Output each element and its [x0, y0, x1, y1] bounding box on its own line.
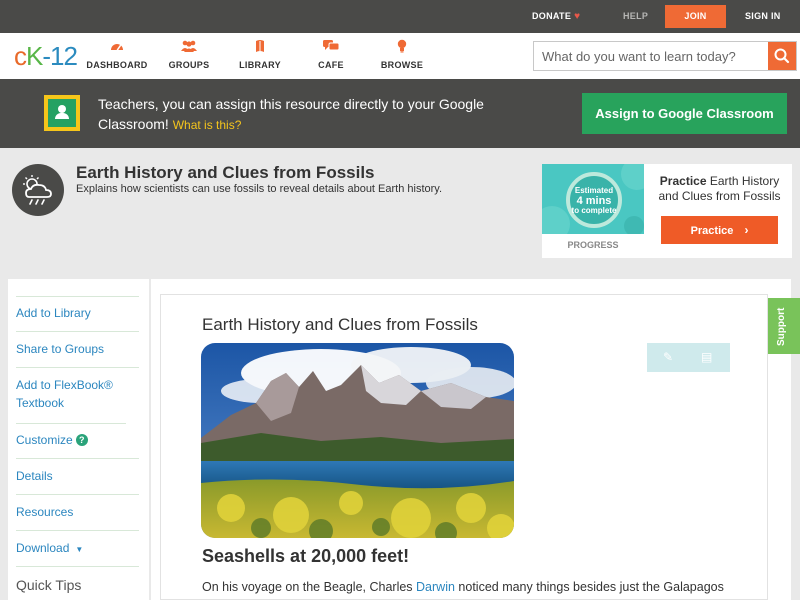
sidebar-item-label: Share to Groups — [16, 342, 105, 356]
library-icon — [225, 39, 295, 57]
sidebar-item-label: Add to FlexBook® Textbook — [16, 378, 113, 410]
dashboard-icon — [82, 39, 152, 57]
teacher-banner: Teachers, you can assign this resource d… — [0, 79, 800, 148]
sidebar-item-label: Add to Library — [16, 306, 91, 320]
cafe-icon — [296, 39, 366, 57]
donate-link[interactable]: DONATE ♥ — [532, 0, 580, 33]
logo-k: K — [26, 41, 43, 71]
browse-icon — [367, 39, 437, 57]
weather-cloud-icon — [12, 164, 64, 216]
lesson-subheading: Seashells at 20,000 feet! — [202, 546, 410, 566]
estimate-ring: Estimated 4 mins to complete — [566, 172, 622, 228]
nav-dashboard-label: DASHBOARD — [86, 60, 148, 70]
banner-message: Teachers, you can assign this resource d… — [98, 94, 498, 135]
practice-card-text: Practice Earth History and Clues from Fo… — [652, 174, 787, 204]
para-text-after: noticed many things besides just the Gal… — [454, 580, 724, 594]
concept-header: Earth History and Clues from Fossils Exp… — [0, 148, 800, 278]
progress-badge: Estimated 4 mins to complete — [542, 164, 644, 234]
sidebar-item-customize[interactable]: Customize? — [16, 431, 139, 459]
darwin-link[interactable]: Darwin — [416, 580, 455, 594]
main-navbar: cK-12 DASHBOARD GROUPS LIBRARY CAFE BROW… — [0, 33, 800, 79]
lesson-title: Earth History and Clues from Fossils — [202, 315, 478, 334]
sidebar-item-add-to-library[interactable]: Add to Library — [16, 304, 139, 332]
search-button[interactable] — [768, 42, 796, 70]
nav-browse-label: BROWSE — [380, 60, 424, 70]
nav-library-label: LIBRARY — [239, 60, 281, 70]
nav-groups[interactable]: GROUPS — [154, 39, 224, 70]
search-input[interactable] — [534, 42, 768, 70]
help-icon[interactable]: ? — [75, 434, 88, 446]
lesson-paragraph: On his voyage on the Beagle, Charles Dar… — [202, 580, 724, 594]
practice-prefix: Practice — [659, 174, 707, 188]
practice-button[interactable]: Practice › — [661, 216, 778, 244]
nav-cafe[interactable]: CAFE — [296, 39, 366, 70]
sidebar-item-label: Customize — [16, 433, 73, 447]
caret-down-icon: ▼ — [75, 545, 84, 554]
practice-button-label: Practice — [690, 225, 734, 237]
to-complete-label: to complete — [571, 206, 617, 215]
help-link[interactable]: HELP — [623, 0, 648, 33]
page-title: Earth History and Clues from Fossils — [76, 163, 375, 182]
sidebar-item-details[interactable]: Details — [16, 467, 139, 495]
logo-c: c — [14, 41, 27, 71]
progress-label: PROGRESS — [567, 240, 619, 250]
estimated-mins: 4 mins — [576, 195, 612, 207]
nav-library[interactable]: LIBRARY — [225, 39, 295, 70]
donate-label: DONATE — [532, 11, 572, 21]
search-icon — [774, 48, 790, 64]
assign-google-classroom-button[interactable]: Assign to Google Classroom — [582, 93, 787, 134]
signin-link[interactable]: SIGN IN — [745, 0, 781, 33]
chevron-right-icon: › — [744, 223, 749, 237]
search-bar — [533, 41, 797, 71]
join-button[interactable]: JOIN — [665, 5, 726, 28]
nav-dashboard[interactable]: DASHBOARD — [82, 39, 152, 70]
ck12-logo[interactable]: cK-12 — [14, 41, 78, 71]
annotation-toolbar: ✎ ▤ — [647, 343, 730, 372]
google-classroom-icon — [44, 95, 80, 131]
nav-browse[interactable]: BROWSE — [367, 39, 437, 70]
sidebar-item-share-to-groups[interactable]: Share to Groups — [16, 340, 139, 368]
pencil-icon[interactable]: ✎ — [663, 343, 673, 372]
sidebar-item-label: Details — [16, 469, 53, 483]
sidebar-item-resources[interactable]: Resources — [16, 503, 139, 531]
hero-image-mountains — [201, 343, 514, 538]
support-tab[interactable]: Support — [768, 298, 800, 354]
notes-icon[interactable]: ▤ — [701, 343, 712, 372]
top-utility-bar: DONATE ♥ HELP JOIN SIGN IN — [0, 0, 800, 33]
nav-cafe-label: CAFE — [318, 60, 344, 70]
logo-12: -12 — [42, 41, 78, 71]
sidebar-item-add-to-flexbook[interactable]: Add to FlexBook® Textbook — [16, 376, 126, 424]
what-is-this-link[interactable]: What is this? — [173, 118, 242, 132]
sidebar-item-label: Resources — [16, 505, 74, 519]
banner-text: Teachers, you can assign this resource d… — [98, 96, 484, 132]
sidebar-item-download[interactable]: Download ▼ — [16, 539, 139, 567]
sidebar-item-label: Download — [16, 541, 70, 555]
para-text-before: On his voyage on the Beagle, Charles — [202, 580, 417, 594]
nav-groups-label: GROUPS — [168, 60, 210, 70]
practice-card: Estimated 4 mins to complete PROGRESS Pr… — [542, 164, 792, 258]
support-label: Support — [776, 307, 787, 346]
sidebar-top-divider — [16, 296, 139, 297]
quick-tips-heading: Quick Tips — [16, 577, 82, 593]
page-subtitle: Explains how scientists can use fossils … — [76, 183, 443, 195]
groups-icon — [154, 39, 224, 57]
heart-icon: ♥ — [574, 11, 581, 22]
